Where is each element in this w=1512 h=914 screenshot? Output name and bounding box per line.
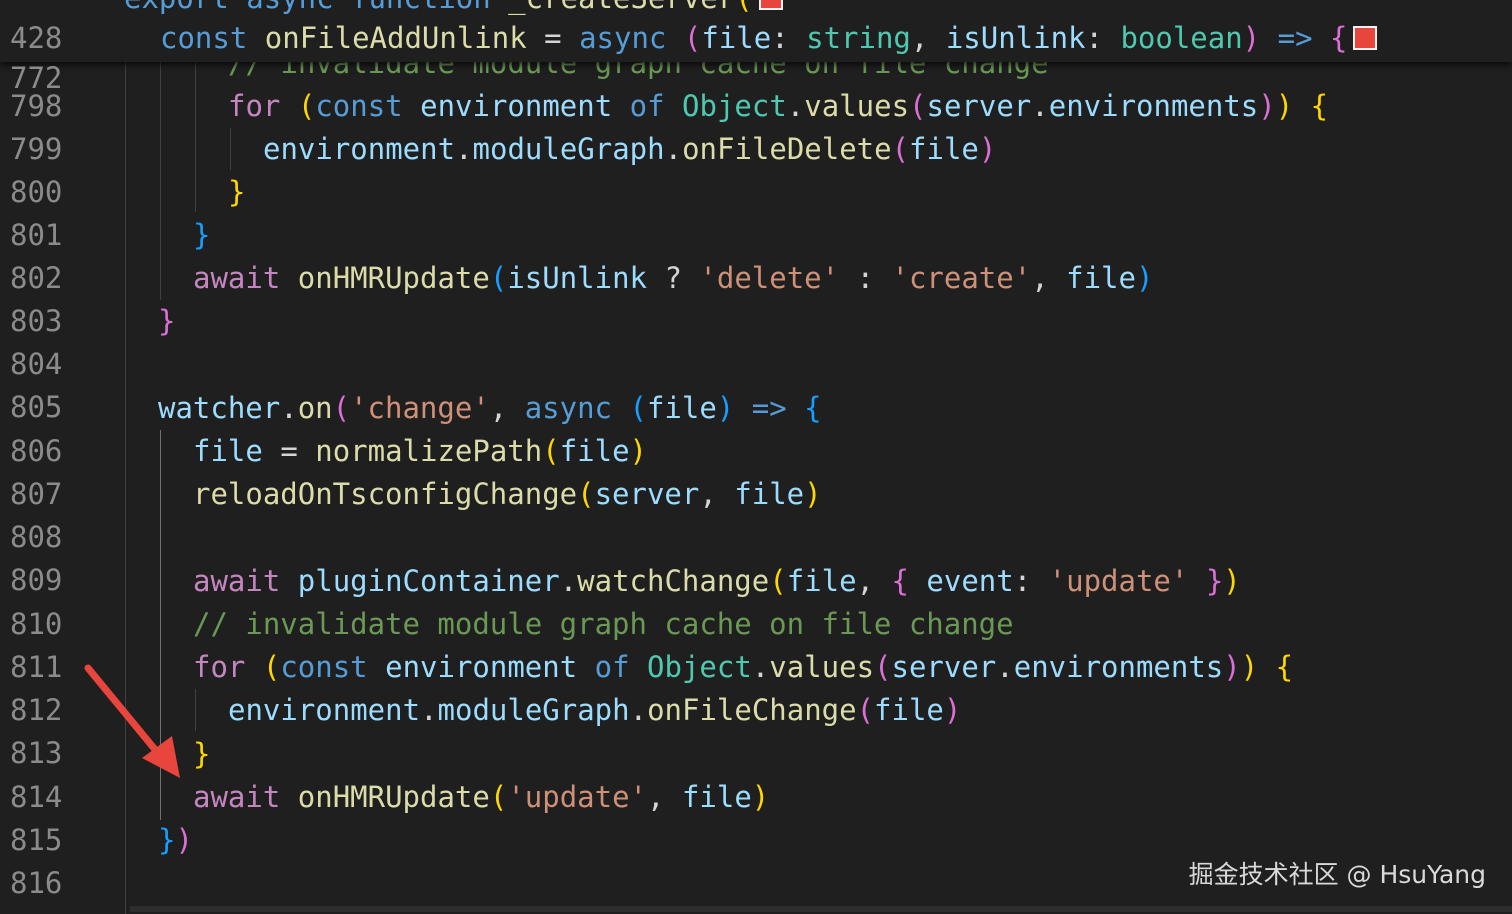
code-line[interactable]: 803 await onHMRUpdate(isUnlink ? 'delete…	[0, 257, 1512, 338]
code-text: }	[158, 304, 176, 338]
line-number: 772	[10, 61, 63, 95]
sticky-scroll-header[interactable]: 428 export async function _createServer(…	[0, 0, 1512, 95]
code-text: reloadOnTsconfigChange(server, file)	[193, 477, 822, 511]
annotation-box	[758, 0, 783, 10]
code-text: file = normalizePath(file)	[193, 434, 648, 468]
code-line[interactable]: 801 }	[0, 171, 1512, 252]
code-text: environment.moduleGraph.onFileDelete(fil…	[263, 132, 997, 166]
code-text: watcher.on('change', async (file) => {	[158, 391, 822, 425]
sticky-line-onfileaddunlink[interactable]: 772 const onFileAddUnlink = async (file:…	[0, 18, 1512, 95]
code-line[interactable]: 807 file = normalizePath(file)	[0, 430, 1512, 511]
code-text: await pluginContainer.watchChange(file, …	[193, 564, 1241, 598]
code-text: export async function _createServer(	[124, 0, 783, 18]
code-line[interactable]: 806 watcher.on('change', async (file) =>…	[0, 387, 1512, 468]
code-line[interactable]: 815 await onHMRUpdate('update', file)	[0, 776, 1512, 857]
code-line[interactable]: 812 for (const environment of Object.val…	[0, 646, 1512, 727]
annotation-box	[1353, 26, 1378, 50]
code-line[interactable]: 810 await pluginContainer.watchChange(fi…	[0, 560, 1512, 641]
code-text: // invalidate module graph cache on file…	[193, 607, 1014, 641]
code-line[interactable]: 804 }	[0, 300, 1512, 381]
code-line[interactable]: 802 }	[0, 214, 1512, 295]
code-line[interactable]: 811 // invalidate module graph cache on …	[0, 603, 1512, 684]
code-line[interactable]: 809	[0, 516, 1512, 597]
code-text: for (const environment of Object.values(…	[193, 650, 1294, 684]
code-text: environment.moduleGraph.onFileChange(fil…	[228, 693, 962, 727]
code-line[interactable]: 813 environment.moduleGraph.onFileChange…	[0, 689, 1512, 770]
sticky-line-function[interactable]: 428 export async function _createServer(	[0, 0, 1512, 55]
code-line[interactable]: 814 }	[0, 733, 1512, 814]
code-text: }	[193, 218, 211, 252]
code-line[interactable]: 805	[0, 343, 1512, 424]
code-text: for (const environment of Object.values(…	[228, 89, 1329, 123]
code-text: await onHMRUpdate(isUnlink ? 'delete' : …	[193, 261, 1154, 295]
red-arrow-icon	[84, 664, 180, 778]
horizontal-scrollbar[interactable]	[130, 906, 1512, 912]
code-text: })	[158, 823, 193, 857]
watermark: 掘金技术社区 @ HsuYang	[1188, 860, 1486, 889]
line-number: 817	[10, 905, 70, 914]
code-text: const onFileAddUnlink = async (file: str…	[160, 18, 1378, 58]
code-text: await onHMRUpdate('update', file)	[193, 780, 770, 814]
code-line[interactable]: 800 environment.moduleGraph.onFileDelete…	[0, 128, 1512, 209]
code-text: }	[228, 175, 246, 209]
code-line[interactable]: 808 reloadOnTsconfigChange(server, file)	[0, 473, 1512, 554]
code-line[interactable]: 799 for (const environment of Object.val…	[0, 85, 1512, 166]
code-editor[interactable]: 428 export async function _createServer(…	[0, 0, 1512, 914]
